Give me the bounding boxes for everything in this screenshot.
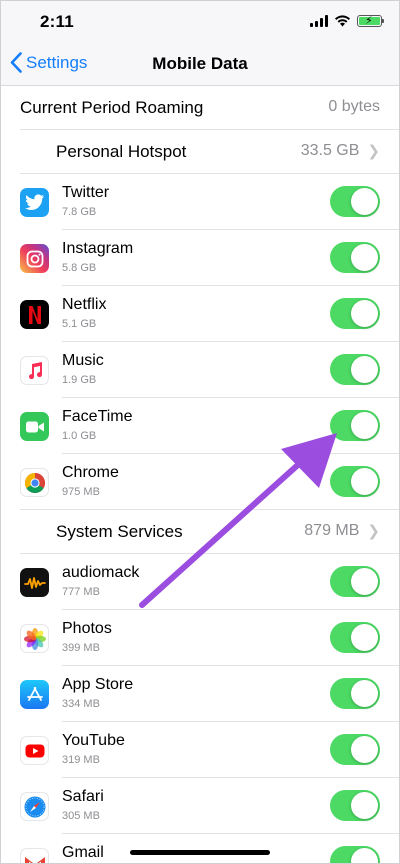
netflix-icon: [20, 300, 49, 329]
app-name: Safari: [62, 788, 104, 805]
app-row-instagram: Instagram 5.8 GB: [0, 230, 400, 286]
home-indicator: [130, 850, 270, 855]
mobile-data-toggle-facetime[interactable]: [330, 410, 380, 441]
app-name: FaceTime: [62, 408, 133, 425]
app-usage: 975 MB: [62, 486, 100, 498]
row-system-services[interactable]: System Services 879 MB ❯: [0, 510, 400, 554]
app-row-gmail: Gmail: [0, 834, 400, 864]
mobile-data-toggle-instagram[interactable]: [330, 242, 380, 273]
app-name: Netflix: [62, 296, 107, 313]
row-label: Personal Hotspot: [56, 142, 187, 161]
app-row-netflix: Netflix 5.1 GB: [0, 286, 400, 342]
app-usage: 7.8 GB: [62, 206, 97, 218]
app-row-chrome: Chrome 975 MB: [0, 454, 400, 510]
app-name: audiomack: [62, 564, 140, 581]
wifi-icon: [335, 15, 350, 27]
app-usage: 319 MB: [62, 754, 100, 766]
audiomack-icon: [20, 568, 49, 597]
app-row-photos: Photos 399 MB: [0, 610, 400, 666]
app-name: Chrome: [62, 464, 119, 481]
app-name: Instagram: [62, 240, 134, 257]
app-usage: 1.9 GB: [62, 374, 97, 386]
row-label: System Services: [56, 522, 183, 541]
mobile-data-toggle-photos[interactable]: [330, 622, 380, 653]
mobile-data-toggle-safari[interactable]: [330, 790, 380, 821]
row-value: 33.5 GB ❯: [300, 142, 380, 160]
instagram-icon: [20, 244, 49, 273]
chrome-icon: [20, 468, 49, 497]
app-name: Photos: [62, 620, 112, 637]
app-usage: 334 MB: [62, 698, 100, 710]
safari-icon: [20, 792, 49, 821]
mobile-data-toggle-youtube[interactable]: [330, 734, 380, 765]
twitter-icon: [20, 188, 49, 217]
app-row-music: Music 1.9 GB: [0, 342, 400, 398]
app-usage: 5.1 GB: [62, 318, 97, 330]
navigation-bar: Settings Mobile Data: [0, 44, 400, 86]
mobile-data-toggle-twitter[interactable]: [330, 186, 380, 217]
battery-charging-icon: ⚡: [357, 15, 384, 27]
music-icon: [20, 356, 49, 385]
app-name: App Store: [62, 676, 134, 693]
row-current-period-roaming: Current Period Roaming 0 bytes: [0, 86, 400, 130]
app-row-app-store: App Store 334 MB: [0, 666, 400, 722]
row-value: 0 bytes: [328, 98, 380, 115]
gmail-icon: [20, 848, 49, 864]
mobile-data-toggle-audiomack[interactable]: [330, 566, 380, 597]
youtube-icon: [20, 736, 49, 765]
mobile-data-toggle-chrome[interactable]: [330, 466, 380, 497]
app-row-twitter: Twitter 7.8 GB: [0, 174, 400, 230]
page-title: Mobile Data: [152, 54, 248, 73]
app-name: Gmail: [62, 844, 104, 861]
app-row-youtube: YouTube 319 MB: [0, 722, 400, 778]
chevron-right-icon: ❯: [367, 523, 380, 540]
app-usage: 399 MB: [62, 642, 100, 654]
status-icons: ⚡: [310, 15, 384, 27]
app-row-safari: Safari 305 MB: [0, 778, 400, 834]
chevron-right-icon: ❯: [367, 143, 380, 160]
status-bar: 2:11 ⚡: [0, 0, 400, 44]
app-usage: 5.8 GB: [62, 262, 97, 274]
cellular-signal-icon: [310, 15, 328, 27]
row-personal-hotspot[interactable]: Personal Hotspot 33.5 GB ❯: [0, 130, 400, 174]
status-time: 2:11: [40, 12, 74, 31]
app-row-audiomack: audiomack 777 MB: [0, 554, 400, 610]
mobile-data-toggle-gmail[interactable]: [330, 846, 380, 864]
row-label: Current Period Roaming: [20, 98, 204, 117]
app-name: YouTube: [62, 732, 125, 749]
mobile-data-list: Current Period Roaming 0 bytes Personal …: [0, 86, 400, 864]
row-value: 879 MB ❯: [304, 522, 380, 540]
app-usage: 1.0 GB: [62, 430, 97, 442]
photos-icon: [20, 624, 49, 653]
app-usage: 777 MB: [62, 586, 100, 598]
app-row-facetime: FaceTime 1.0 GB: [0, 398, 400, 454]
app-name: Twitter: [62, 184, 110, 201]
mobile-data-toggle-netflix[interactable]: [330, 298, 380, 329]
app-usage: 305 MB: [62, 810, 100, 822]
mobile-data-toggle-music[interactable]: [330, 354, 380, 385]
mobile-data-toggle-app-store[interactable]: [330, 678, 380, 709]
facetime-icon: [20, 412, 49, 441]
app-store-icon: [20, 680, 49, 709]
app-name: Music: [62, 352, 104, 369]
